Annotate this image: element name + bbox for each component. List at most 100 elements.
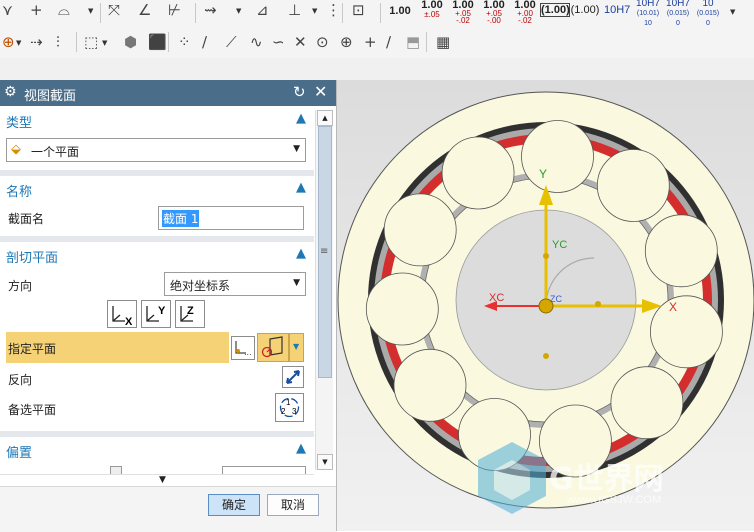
cross-point-icon[interactable]: + (364, 34, 377, 50)
close-icon[interactable]: ✕ (314, 82, 327, 101)
z-axis-plane-button[interactable]: Z (175, 300, 205, 328)
watermark-logo (472, 438, 552, 518)
chevron-down-icon[interactable]: ▼ (293, 278, 300, 288)
face-icon[interactable]: ⬒ (406, 34, 420, 50)
reset-icon[interactable]: ↻ (293, 83, 306, 101)
chevron-down-icon[interactable]: ▼ (16, 39, 21, 47)
x-axis-plane-button[interactable]: X (107, 300, 137, 328)
dialog-scrollbar[interactable]: ▲ ≡ ▼ (315, 110, 333, 470)
direction-value: 绝对坐标系 (170, 279, 231, 293)
point-on-curve-icon[interactable]: ∕ (386, 34, 391, 50)
specify-plane-row[interactable]: 指定平面 (6, 332, 229, 363)
snap-icon[interactable]: ⊕ (2, 34, 15, 50)
collapse-icon[interactable]: ▲ (296, 246, 306, 261)
dim-format-fit-tolerance[interactable]: 10H7 (0.015) 0 (664, 0, 692, 28)
reverse-direction-button[interactable] (282, 366, 304, 388)
datum-icon[interactable]: ⊡ (352, 2, 365, 18)
perpendicular-icon[interactable]: ⊥ (288, 2, 301, 18)
bearing-ball (441, 136, 515, 210)
mirror-icon[interactable]: ⋮ (326, 2, 341, 18)
alternate-plane-button[interactable]: 123 (275, 393, 304, 422)
tol-lower: -.02 (456, 16, 470, 25)
collapse-icon[interactable]: ▲ (296, 111, 306, 126)
plus-icon[interactable]: + (30, 2, 43, 18)
dialog-footer: 确定 取消 (0, 486, 336, 532)
offset-section-header[interactable]: 偏置 ▲ (0, 438, 314, 462)
profile-icon[interactable]: ⌓ (58, 2, 70, 18)
chevron-down-icon[interactable]: ▼ (236, 7, 241, 15)
dim-format-fit-limits[interactable]: 10H7 (10.01) 10 (634, 0, 662, 28)
plane-type-dropdown[interactable]: ▼ (289, 333, 304, 362)
section-divider (0, 236, 314, 242)
collapse-icon[interactable]: ▲ (296, 441, 306, 456)
chevron-down-icon[interactable]: ▼ (88, 7, 93, 15)
quadrant-icon[interactable]: ⊕ (340, 34, 353, 50)
name-section-header[interactable]: 名称 ▲ (0, 177, 314, 201)
box-select-icon[interactable]: ⬚ (84, 34, 98, 50)
svg-text:Y: Y (158, 305, 166, 317)
cut-plane-section-header[interactable]: 剖切平面 ▲ (0, 243, 314, 267)
curve-icon[interactable]: ∿ (250, 34, 263, 50)
separator (76, 32, 77, 52)
graphics-window[interactable]: X Y XC YC ZC G世界网 www.UGSJW.COM (337, 80, 754, 531)
y-axis-plane-button[interactable]: Y (141, 300, 171, 328)
collapse-icon[interactable]: ▲ (296, 180, 306, 195)
section-name-input[interactable]: 截面 1 (158, 206, 304, 230)
filter-icon[interactable]: ⫶ (56, 34, 60, 50)
cancel-button[interactable]: 取消 (267, 494, 319, 516)
dim-format-fit-value[interactable]: 10 (0.015) 0 (694, 0, 722, 28)
scroll-up-button[interactable]: ▲ (317, 110, 333, 126)
yc-axis-label: YC (552, 239, 567, 251)
direction-label: 方向 (8, 279, 33, 293)
type-section-header[interactable]: 类型 ▲ (0, 108, 314, 132)
tol-lower: -.02 (518, 16, 532, 25)
plane-type-button[interactable] (257, 333, 289, 362)
x-handle-point[interactable] (595, 301, 601, 307)
trim-icon[interactable]: ⊬ (168, 2, 181, 18)
separator (168, 32, 169, 52)
type-select[interactable]: ⬙ 一个平面 ▼ (6, 138, 306, 162)
watermark-url: www.UGSJW.COM (567, 494, 662, 506)
line-icon[interactable]: ∕ (202, 34, 207, 50)
sketch-point-icon[interactable]: ⋎ (2, 2, 13, 18)
plane-dialog-button[interactable]: ... (231, 336, 255, 360)
chevron-down-icon[interactable]: ▼ (293, 342, 299, 351)
dim-format-reference[interactable]: (1.00) (570, 4, 600, 16)
scroll-down-button[interactable]: ▼ (317, 454, 333, 470)
dim-format-fit[interactable]: 10H7 (604, 4, 630, 16)
solid-icon[interactable]: ⬛ (148, 34, 167, 50)
chevron-down-icon[interactable]: ▼ (293, 144, 300, 154)
connect-icon[interactable]: ⇢ (30, 34, 43, 50)
direction-select[interactable]: 绝对坐标系 ▼ (164, 272, 306, 296)
specify-plane-label: 指定平面 (8, 342, 57, 356)
chevron-down-icon[interactable]: ▼ (730, 8, 735, 16)
ok-button[interactable]: 确定 (208, 494, 260, 516)
separator (342, 3, 343, 23)
z-handle-point[interactable] (543, 353, 549, 359)
zc-axis-label: ZC (550, 294, 562, 304)
grid-icon[interactable]: ▦ (436, 34, 450, 50)
tol-pm: ±.05 (424, 10, 440, 19)
point-cloud-icon[interactable]: ⁘ (178, 34, 191, 50)
spline-icon[interactable]: ∽ (272, 34, 285, 50)
bearing-ball (596, 149, 670, 222)
dim-format-nominal[interactable]: 1.00 (387, 5, 413, 17)
grip-icon: ≡ (320, 246, 329, 257)
bearing-ball (649, 295, 723, 369)
angle-icon[interactable]: ∠ (138, 2, 151, 18)
chevron-down-icon[interactable]: ▼ (102, 39, 107, 47)
svg-text:...: ... (244, 348, 252, 357)
intersect-icon[interactable]: ✕ (294, 34, 307, 50)
chevron-down-icon[interactable]: ▼ (312, 7, 317, 15)
circle-center-icon[interactable]: ⊙ (316, 34, 329, 50)
bearing-ball (644, 214, 718, 288)
constraint-icon[interactable]: ⇝ (204, 2, 217, 18)
line-icon[interactable]: ⤧ (108, 2, 120, 18)
dim-format-basic[interactable]: (1.00) (540, 3, 570, 17)
body-icon[interactable]: ⬢ (124, 34, 137, 50)
dimension-icon[interactable]: ⊿ (256, 2, 269, 18)
expand-down-icon[interactable]: ▼ (159, 475, 166, 485)
segment-icon[interactable]: ⟋ (226, 34, 237, 50)
bearing-ball (393, 348, 467, 422)
y-handle-point[interactable] (543, 253, 549, 259)
